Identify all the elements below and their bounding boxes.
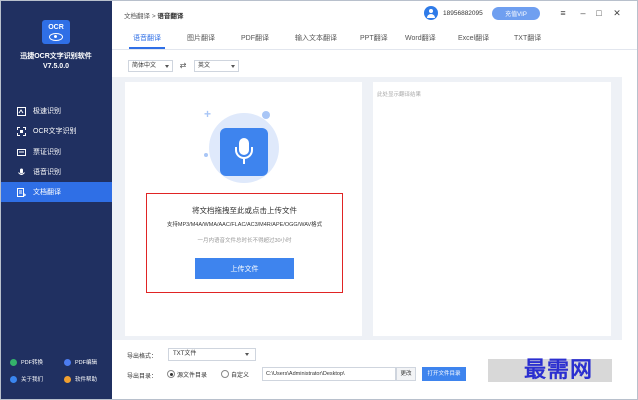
tab-txt-translate[interactable]: TXT翻译 — [514, 33, 541, 43]
tab-excel-translate[interactable]: Excel翻译 — [458, 33, 489, 43]
custom-dir-radio[interactable] — [221, 370, 229, 378]
maximize-icon[interactable]: □ — [594, 7, 604, 19]
result-panel[interactable] — [373, 82, 611, 336]
pdf-convert-link[interactable]: PDF转换 — [10, 358, 43, 366]
breadcrumb-parent[interactable]: 文档翻译 — [124, 13, 150, 20]
upload-button-label: 上传文件 — [230, 265, 259, 273]
custom-dir-label: 自定义 — [231, 373, 250, 379]
breadcrumb-separator: > — [151, 13, 156, 20]
active-tab-indicator — [129, 47, 165, 49]
open-folder-button[interactable]: 打开文件目录 — [422, 367, 466, 381]
scan-icon — [16, 126, 26, 136]
source-dir-label: 源文件目录 — [177, 373, 208, 379]
tab-pdf-translate[interactable]: PDF翻译 — [241, 33, 269, 43]
vip-button-label: 充值VIP — [505, 12, 527, 18]
sidebar-item-doc-translate[interactable]: 文档翻译 — [0, 182, 112, 202]
source-language-value: 简体中文 — [132, 63, 157, 69]
breadcrumb-current: 语音翻译 — [157, 13, 184, 20]
ticket-icon — [16, 147, 26, 157]
user-phone: 18956882095 — [443, 10, 483, 17]
watermark-logo: 最需网 — [524, 357, 594, 383]
sidebar-item-fast-recognition[interactable]: 极速识别 — [0, 101, 112, 121]
help-icon — [64, 375, 71, 383]
bottom-link-label: 软件帮助 — [75, 377, 98, 383]
export-dir-label: 导出目录： — [127, 374, 158, 380]
minimize-icon[interactable]: – — [578, 7, 588, 19]
help-link[interactable]: 软件帮助 — [64, 375, 97, 383]
sidebar-item-voice[interactable]: 语音识别 — [0, 162, 112, 182]
eye-icon — [49, 32, 63, 41]
pdf-edit-icon — [64, 358, 71, 366]
drop-zone-title: 将文档拖拽至此或点击上传文件 — [192, 206, 297, 215]
sidebar-item-ticket[interactable]: 票证识别 — [0, 142, 112, 162]
about-us-link[interactable]: 关于我们 — [10, 375, 43, 383]
sidebar-item-label: 票证识别 — [33, 149, 61, 156]
bottom-link-label: PDF转换 — [21, 360, 44, 366]
user-avatar-icon[interactable] — [424, 6, 438, 20]
app-name: 迅捷OCR文字识别软件 — [20, 53, 92, 60]
pdf-edit-link[interactable]: PDF编辑 — [64, 358, 97, 366]
sidebar-item-ocr[interactable]: OCR文字识别 — [0, 121, 112, 141]
title-bar: 文档翻译 > 语音翻译 18956882095 充值VIP ≡ – □ ✕ — [112, 0, 638, 28]
app-logo: OCR — [42, 20, 70, 44]
export-path-input[interactable]: C:\Users\Administrator\Desktop\ — [262, 367, 396, 381]
target-language-select[interactable]: 英文 — [194, 60, 239, 72]
upload-file-button[interactable]: 上传文件 — [195, 258, 294, 279]
app-version: V7.5.0.0 — [42, 63, 70, 70]
sidebar: OCR 迅捷OCR文字识别软件 V7.5.0.0 极速识别 OCR文字识别 票证… — [0, 0, 112, 400]
source-dir-radio[interactable] — [167, 370, 175, 378]
microphone-icon — [16, 167, 26, 177]
chevron-down-icon — [245, 353, 249, 356]
logo-text: OCR — [48, 23, 64, 31]
supported-formats: 支持MP3/M4A/WMA/AAC/FLAC/AC3/M4R/APE/OGG/W… — [166, 222, 323, 228]
tab-word-translate[interactable]: Word翻译 — [405, 33, 436, 43]
menu-icon[interactable]: ≡ — [558, 7, 568, 19]
file-drop-zone[interactable]: 将文档拖拽至此或点击上传文件 支持MP3/M4A/WMA/AAC/FLAC/AC… — [146, 193, 343, 293]
chevron-down-icon — [165, 65, 169, 68]
info-icon — [10, 375, 17, 383]
camera-icon — [16, 106, 26, 116]
recharge-vip-button[interactable]: 充值VIP — [492, 7, 540, 20]
target-language-value: 英文 — [198, 63, 211, 69]
sidebar-item-label: OCR文字识别 — [33, 128, 77, 135]
change-dir-button[interactable]: 更改 — [396, 367, 416, 381]
swap-languages-icon[interactable]: ⇄ — [178, 61, 188, 71]
tab-voice-translate[interactable]: 语音翻译 — [133, 33, 161, 43]
tab-image-translate[interactable]: 图片翻译 — [187, 33, 215, 43]
plus-decoration-icon: + — [204, 107, 212, 121]
result-placeholder: 此处显示翻译结果 — [377, 92, 422, 98]
source-language-select[interactable]: 简体中文 — [128, 60, 173, 72]
sidebar-item-label: 语音识别 — [33, 169, 61, 176]
microphone-icon — [220, 128, 268, 176]
export-format-value: TXT文件 — [173, 351, 197, 357]
chevron-down-icon — [231, 65, 235, 68]
bottom-link-label: PDF编辑 — [75, 360, 98, 366]
close-icon[interactable]: ✕ — [612, 7, 622, 19]
export-format-label: 导出格式： — [127, 354, 158, 360]
bottom-link-label: 关于我们 — [21, 377, 44, 383]
dot-decoration — [204, 153, 208, 157]
tab-ppt-translate[interactable]: PPT翻译 — [360, 33, 388, 43]
translate-tabs: 语音翻译 图片翻译 PDF翻译 输入文本翻译 PPT翻译 Word翻译 Exce… — [112, 28, 638, 50]
tab-text-translate[interactable]: 输入文本翻译 — [295, 33, 337, 43]
export-format-select[interactable]: TXT文件 — [168, 348, 256, 361]
breadcrumb: 文档翻译 > 语音翻译 — [124, 10, 183, 20]
pdf-convert-icon — [10, 358, 17, 366]
sidebar-item-label: 极速识别 — [33, 108, 61, 115]
duration-limit-note: 一月内语音文件总时长不得超过30小时 — [197, 238, 292, 244]
document-translate-icon — [16, 187, 26, 197]
sidebar-item-label: 文档翻译 — [33, 189, 61, 196]
